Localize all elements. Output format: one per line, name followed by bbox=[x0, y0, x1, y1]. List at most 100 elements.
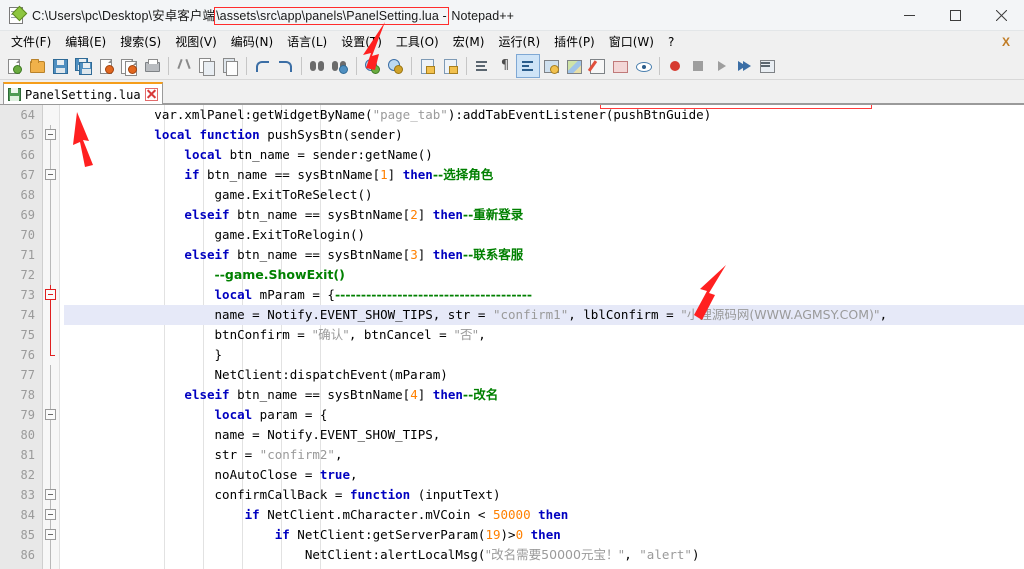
play-macro-icon[interactable] bbox=[710, 55, 732, 77]
menu-search[interactable]: 搜索(S) bbox=[113, 32, 168, 52]
replace-icon[interactable] bbox=[329, 55, 351, 77]
menu-help[interactable]: ? bbox=[661, 32, 681, 52]
record-macro-icon[interactable] bbox=[664, 55, 686, 77]
code-token: -------------------------------------- bbox=[335, 287, 532, 302]
paste-icon[interactable] bbox=[219, 55, 241, 77]
new-file-icon[interactable] bbox=[3, 55, 25, 77]
open-file-icon[interactable] bbox=[26, 55, 48, 77]
menu-settings[interactable]: 设置(T) bbox=[334, 32, 389, 52]
fold-marker bbox=[43, 465, 59, 485]
run-macro-multiple-icon[interactable] bbox=[733, 55, 755, 77]
maximize-button[interactable] bbox=[932, 0, 978, 30]
code-line[interactable]: btnConfirm = "确认", btnCancel = "否", bbox=[64, 325, 1024, 345]
line-number: 69 bbox=[0, 205, 42, 225]
line-number: 66 bbox=[0, 145, 42, 165]
code-line[interactable]: name = Notify.EVENT_SHOW_TIPS, str = "co… bbox=[64, 305, 1024, 325]
sync-vertical-icon[interactable] bbox=[416, 55, 438, 77]
code-line[interactable]: else bbox=[64, 565, 1024, 569]
code-line[interactable]: NetClient:dispatchEvent(mParam) bbox=[64, 365, 1024, 385]
code-line[interactable]: --game.ShowExit() bbox=[64, 265, 1024, 285]
fold-marker[interactable] bbox=[43, 525, 59, 545]
code-line[interactable]: confirmCallBack = function (inputText) bbox=[64, 485, 1024, 505]
code-token: btnConfirm = bbox=[64, 327, 312, 342]
code-line[interactable]: if NetClient:getServerParam(19)>0 then bbox=[64, 525, 1024, 545]
code-line[interactable]: local param = { bbox=[64, 405, 1024, 425]
function-list-icon[interactable] bbox=[609, 55, 631, 77]
code-line[interactable]: var.xmlPanel:getWidgetByName("page_tab")… bbox=[64, 105, 1024, 125]
close-document-button[interactable]: X bbox=[998, 35, 1014, 49]
tab-bar: PanelSetting.lua bbox=[0, 80, 1024, 104]
menu-language[interactable]: 语言(L) bbox=[280, 32, 334, 52]
fold-marker[interactable] bbox=[43, 505, 59, 525]
menu-run[interactable]: 运行(R) bbox=[491, 32, 547, 52]
fold-marker[interactable] bbox=[43, 125, 59, 145]
code-line[interactable]: noAutoClose = true, bbox=[64, 465, 1024, 485]
code-line[interactable]: game.ExitToRelogin() bbox=[64, 225, 1024, 245]
code-token: local bbox=[215, 407, 253, 422]
code-line[interactable]: } bbox=[64, 345, 1024, 365]
cut-icon[interactable] bbox=[173, 55, 195, 77]
stop-recording-icon[interactable] bbox=[687, 55, 709, 77]
fold-marker[interactable] bbox=[43, 405, 59, 425]
document-map-icon[interactable] bbox=[586, 55, 608, 77]
menu-macro[interactable]: 宏(M) bbox=[446, 32, 492, 52]
code-folding-margin[interactable] bbox=[43, 105, 60, 569]
code-line[interactable]: if btn_name == sysBtnName[1] then--选择角色 bbox=[64, 165, 1024, 185]
code-line[interactable]: elseif btn_name == sysBtnName[2] then--重… bbox=[64, 205, 1024, 225]
zoom-in-icon[interactable] bbox=[361, 55, 383, 77]
tab-panelsetting-lua[interactable]: PanelSetting.lua bbox=[3, 82, 163, 105]
code-line[interactable]: elseif btn_name == sysBtnName[3] then--联… bbox=[64, 245, 1024, 265]
code-line[interactable]: local function pushSysBtn(sender) bbox=[64, 125, 1024, 145]
zoom-out-icon[interactable] bbox=[384, 55, 406, 77]
close-window-button[interactable] bbox=[978, 0, 1024, 30]
close-tab-icon[interactable] bbox=[145, 88, 158, 101]
menu-view[interactable]: 视图(V) bbox=[168, 32, 224, 52]
find-icon[interactable] bbox=[306, 55, 328, 77]
save-all-icon[interactable] bbox=[72, 55, 94, 77]
code-line[interactable]: local btn_name = sender:getName() bbox=[64, 145, 1024, 165]
code-line[interactable]: if NetClient.mCharacter.mVCoin < 50000 t… bbox=[64, 505, 1024, 525]
code-text-area[interactable]: var.xmlPanel:getWidgetByName("page_tab")… bbox=[60, 105, 1024, 569]
menu-plugins[interactable]: 插件(P) bbox=[547, 32, 602, 52]
sync-horizontal-icon[interactable] bbox=[439, 55, 461, 77]
save-icon[interactable] bbox=[49, 55, 71, 77]
menu-window[interactable]: 窗口(W) bbox=[602, 32, 661, 52]
code-editor[interactable]: 6465666768697071727374757677787980818283… bbox=[0, 104, 1024, 569]
indent-guide-icon[interactable] bbox=[517, 55, 539, 77]
fold-marker[interactable] bbox=[43, 285, 59, 305]
code-token: "确认" bbox=[312, 327, 349, 342]
toolbar-separator bbox=[411, 57, 412, 75]
fold-marker[interactable] bbox=[43, 485, 59, 505]
minimize-button[interactable] bbox=[886, 0, 932, 30]
code-line[interactable]: name = Notify.EVENT_SHOW_TIPS, bbox=[64, 425, 1024, 445]
code-line[interactable]: elseif btn_name == sysBtnName[4] then--改… bbox=[64, 385, 1024, 405]
window-title: C:\Users\pc\Desktop\安卓客户端\assets\src\app… bbox=[32, 5, 514, 25]
print-icon[interactable] bbox=[141, 55, 163, 77]
code-line[interactable]: game.ExitToReSelect() bbox=[64, 185, 1024, 205]
word-wrap-icon[interactable] bbox=[471, 55, 493, 77]
menu-file[interactable]: 文件(F) bbox=[4, 32, 58, 52]
folder-as-workspace-icon[interactable] bbox=[632, 55, 654, 77]
line-number: 74 bbox=[0, 305, 42, 325]
show-all-chars-icon[interactable]: ¶ bbox=[494, 55, 516, 77]
close-all-icon[interactable] bbox=[118, 55, 140, 77]
line-number: 79 bbox=[0, 405, 42, 425]
close-file-icon[interactable] bbox=[95, 55, 117, 77]
menu-edit[interactable]: 编辑(E) bbox=[58, 32, 113, 52]
code-line[interactable]: str = "confirm2", bbox=[64, 445, 1024, 465]
code-token: elseif bbox=[184, 207, 229, 222]
redo-icon[interactable] bbox=[274, 55, 296, 77]
undo-icon[interactable] bbox=[251, 55, 273, 77]
fold-marker[interactable] bbox=[43, 165, 59, 185]
code-token: btn_name == sysBtnName[ bbox=[199, 167, 380, 182]
save-macro-icon[interactable] bbox=[756, 55, 778, 77]
code-line[interactable]: NetClient:alertLocalMsg("改名需要50000元宝！", … bbox=[64, 545, 1024, 565]
code-line[interactable]: local mParam = {------------------------… bbox=[64, 285, 1024, 305]
user-define-dialog-icon[interactable] bbox=[563, 55, 585, 77]
ui-show-icon[interactable] bbox=[540, 55, 562, 77]
copy-icon[interactable] bbox=[196, 55, 218, 77]
menu-encoding[interactable]: 编码(N) bbox=[224, 32, 280, 52]
menu-tools[interactable]: 工具(O) bbox=[389, 32, 446, 52]
code-token: game.ExitToReSelect() bbox=[64, 187, 373, 202]
fold-marker bbox=[43, 145, 59, 165]
